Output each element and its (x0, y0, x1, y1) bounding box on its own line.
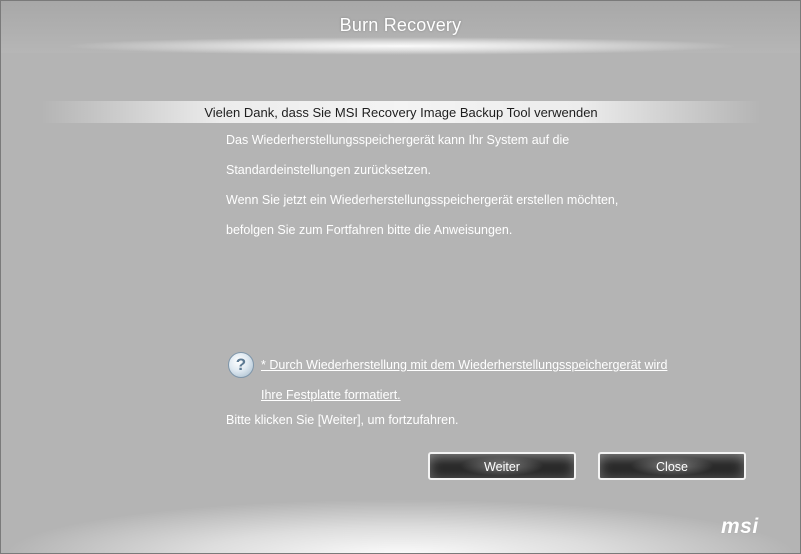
welcome-banner: Vielen Dank, dass Sie MSI Recovery Image… (41, 101, 761, 123)
close-button[interactable]: Close (598, 452, 746, 480)
title-bar: Burn Recovery (1, 1, 800, 55)
msi-logo: msi (721, 515, 759, 538)
question-icon[interactable]: ? (228, 352, 254, 378)
body-text-line-3: Wenn Sie jetzt ein Wiederherstellungsspe… (226, 193, 619, 207)
format-warning-link-line-2[interactable]: Ihre Festplatte formatiert. (261, 388, 401, 402)
format-warning-link-line-1[interactable]: * Durch Wiederherstellung mit dem Wieder… (261, 358, 667, 372)
burn-recovery-window: Burn Recovery Vielen Dank, dass Sie MSI … (0, 0, 801, 554)
close-button-label: Close (656, 460, 688, 474)
bottom-glow (1, 499, 800, 553)
body-text-line-1: Das Wiederherstellungsspeichergerät kann… (226, 133, 570, 147)
body-text-line-4: befolgen Sie zum Fortfahren bitte die An… (226, 223, 513, 237)
next-button[interactable]: Weiter (428, 452, 576, 480)
next-button-label: Weiter (484, 460, 520, 474)
body-text-line-2: Standardeinstellungen zurücksetzen. (226, 163, 431, 177)
welcome-banner-text: Vielen Dank, dass Sie MSI Recovery Image… (204, 105, 598, 120)
window-title: Burn Recovery (339, 15, 462, 35)
instruction-text: Bitte klicken Sie [Weiter], um fortzufah… (226, 413, 459, 427)
title-glow (61, 37, 741, 55)
